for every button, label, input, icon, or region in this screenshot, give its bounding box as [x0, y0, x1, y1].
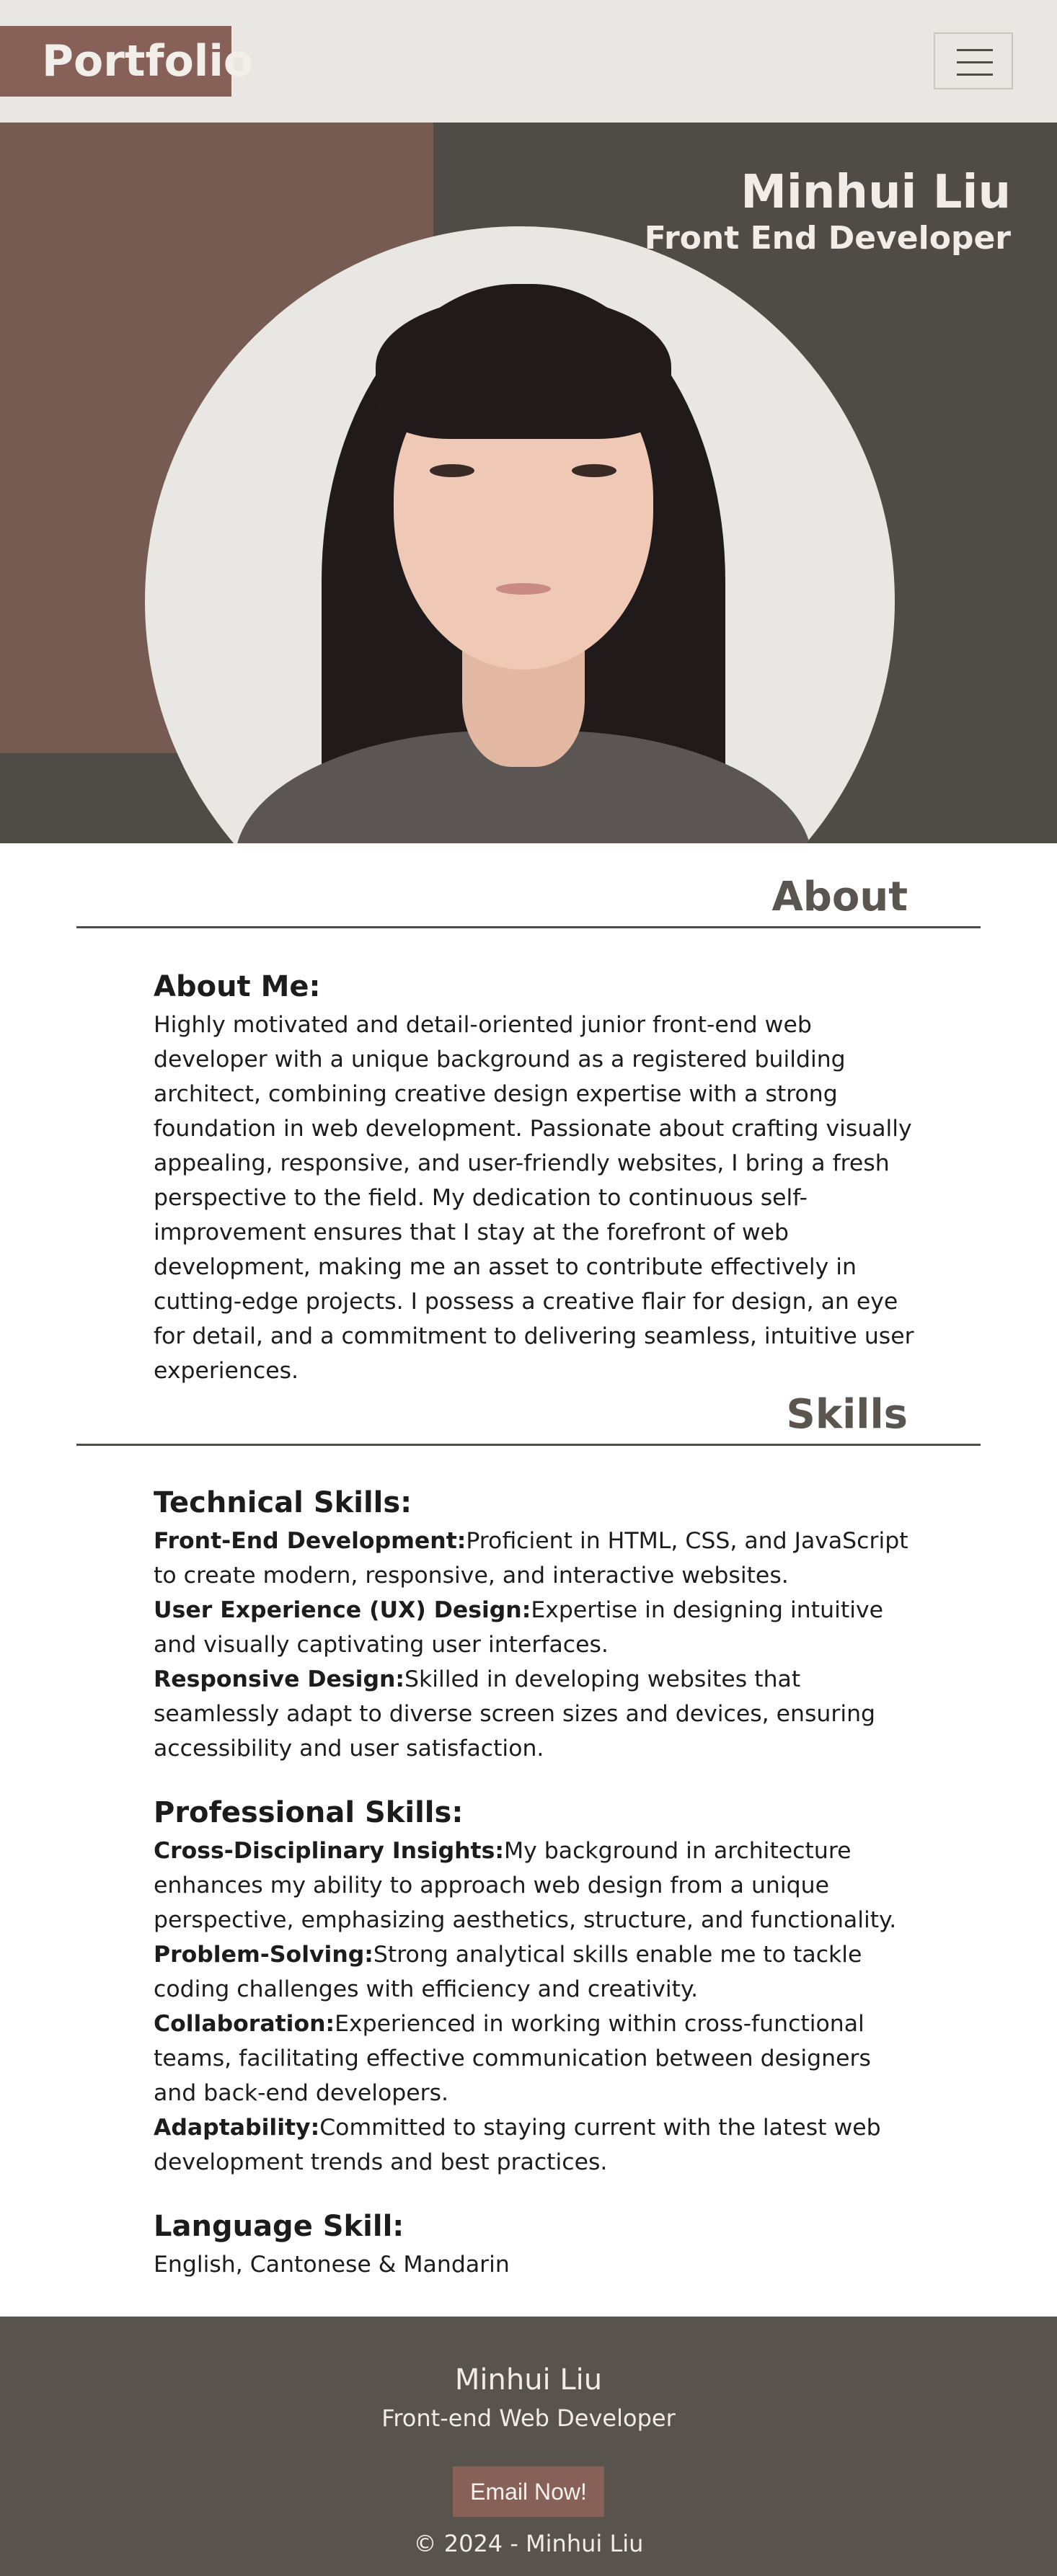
professional-skills-group: Professional Skills: Cross-Disciplinary … [154, 1796, 918, 2180]
skill-label: Adaptability: [154, 2115, 320, 2141]
site-logo[interactable]: Portfolio [0, 26, 253, 97]
about-divider [76, 926, 981, 928]
skill-item: Responsive Design:Skilled in developing … [154, 1662, 918, 1766]
footer-role: Front-end Web Developer [381, 2404, 676, 2432]
skills-section-title: Skills [786, 1391, 908, 1438]
technical-skills-group: Technical Skills: Front-End Development:… [154, 1486, 918, 1766]
hero-name: Minhui Liu [740, 166, 1011, 219]
hamburger-menu-icon-bar [957, 61, 993, 63]
professional-skills-heading: Professional Skills: [154, 1796, 464, 1829]
skill-label: Front-End Development: [154, 1528, 466, 1554]
hamburger-menu-icon-bar [957, 74, 993, 76]
hamburger-menu-button[interactable] [934, 32, 1013, 89]
skill-item: Front-End Development:Proficient in HTML… [154, 1524, 918, 1593]
skill-item: Collaboration:Experienced in working wit… [154, 2007, 918, 2110]
skill-label: Responsive Design: [154, 1666, 405, 1692]
site-header: Portfolio [0, 0, 1057, 123]
skill-item: Problem-Solving:Strong analytical skills… [154, 1937, 918, 2007]
skill-label: Problem-Solving: [154, 1942, 373, 1968]
about-me-heading: About Me: [154, 970, 321, 1003]
skill-item: Adaptability:Committed to staying curren… [154, 2110, 918, 2180]
technical-skills-heading: Technical Skills: [154, 1486, 412, 1519]
hero-section: Minhui Liu Front End Developer [0, 123, 1057, 843]
email-now-button[interactable]: Email Now! [453, 2466, 604, 2517]
photo-hair-top [376, 295, 671, 439]
language-skill-text: English, Cantonese & Mandarin [154, 2252, 510, 2278]
skill-label: User Experience (UX) Design: [154, 1597, 531, 1623]
skill-item: User Experience (UX) Design:Expertise in… [154, 1593, 918, 1662]
photo-mouth [496, 583, 551, 595]
skill-label: Collaboration: [154, 2011, 335, 2037]
skill-item: Cross-Disciplinary Insights:My backgroun… [154, 1834, 918, 1937]
skill-label: Cross-Disciplinary Insights: [154, 1838, 504, 1864]
photo-eye-right [572, 464, 616, 477]
footer-name: Minhui Liu [454, 2363, 603, 2397]
about-content: About Me: Highly motivated and detail-or… [154, 970, 918, 1388]
language-skill-heading: Language Skill: [154, 2210, 404, 2243]
portfolio-page: Portfolio Minhui Liu Front End Developer… [0, 0, 1057, 2576]
hero-role: Front End Developer [644, 220, 1011, 257]
site-footer: Minhui Liu Front-end Web Developer Email… [0, 2317, 1057, 2576]
photo-eye-left [430, 464, 474, 477]
skills-content: Technical Skills: Front-End Development:… [154, 1486, 918, 2312]
about-me-text: Highly motivated and detail-oriented jun… [154, 1012, 914, 1384]
skills-divider [76, 1444, 981, 1446]
footer-copyright: © 2024 - Minhui Liu [413, 2530, 644, 2557]
hamburger-menu-icon [957, 49, 993, 51]
about-section-title: About [771, 874, 908, 920]
language-skills-group: Language Skill: English, Cantonese & Man… [154, 2210, 918, 2282]
